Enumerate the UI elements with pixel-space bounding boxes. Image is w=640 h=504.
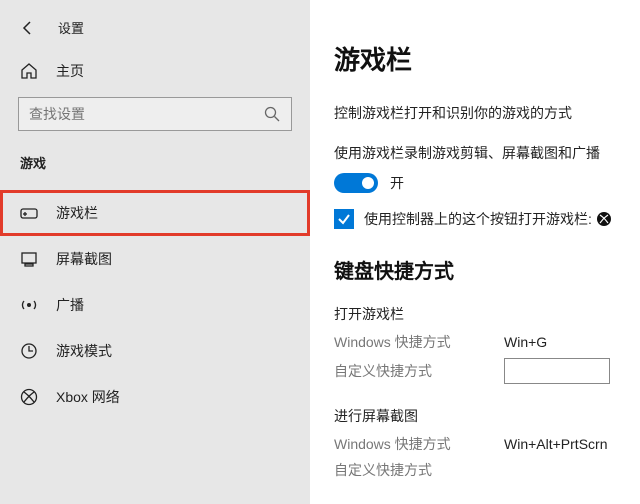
page-title: 游戏栏: [334, 40, 640, 77]
windows-shortcut-label: Windows 快捷方式: [334, 332, 504, 352]
custom-shortcut-label: 自定义快捷方式: [334, 460, 504, 480]
checkbox-label: 使用控制器上的这个按钮打开游戏栏:: [364, 209, 612, 229]
broadcast-icon: [20, 296, 38, 314]
shortcut-row: Windows 快捷方式 Win+G: [334, 332, 640, 352]
nav-label: 广播: [56, 295, 84, 315]
back-button[interactable]: [20, 20, 36, 36]
shortcut-title: 打开游戏栏: [334, 304, 640, 324]
game-mode-icon: [20, 342, 38, 360]
xbox-button-icon: [596, 211, 612, 227]
shortcut-group-screenshot: 进行屏幕截图 Windows 快捷方式 Win+Alt+PrtScrn 自定义快…: [334, 406, 640, 480]
home-icon: [20, 62, 38, 80]
custom-shortcut-input[interactable]: [504, 358, 610, 384]
sidebar-header: 设置: [0, 0, 310, 51]
windows-shortcut-value: Win+G: [504, 334, 547, 350]
shortcut-row: 自定义快捷方式: [334, 460, 640, 480]
toggle-label: 使用游戏栏录制游戏剪辑、屏幕截图和广播: [334, 143, 640, 163]
shortcut-group-open: 打开游戏栏 Windows 快捷方式 Win+G 自定义快捷方式: [334, 304, 640, 384]
settings-title: 设置: [58, 18, 84, 37]
nav-label: Xbox 网络: [56, 387, 120, 407]
home-link[interactable]: 主页: [0, 51, 310, 97]
toggle-state: 开: [390, 173, 404, 193]
nav-xbox-network[interactable]: Xbox 网络: [0, 374, 310, 420]
game-bar-toggle[interactable]: [334, 173, 378, 193]
windows-shortcut-value: Win+Alt+PrtScrn: [504, 436, 607, 452]
game-bar-icon: [20, 204, 38, 222]
checkbox-text: 使用控制器上的这个按钮打开游戏栏:: [364, 209, 592, 229]
shortcut-title: 进行屏幕截图: [334, 406, 640, 426]
toggle-section: 使用游戏栏录制游戏剪辑、屏幕截图和广播 开 使用控制器上的这个按钮打开游戏栏:: [334, 143, 640, 229]
sidebar: 设置 主页 游戏 游戏栏 屏幕截图 广播 游戏模式: [0, 0, 310, 504]
home-label: 主页: [56, 61, 84, 81]
checkbox-row: 使用控制器上的这个按钮打开游戏栏:: [334, 209, 640, 229]
toggle-knob: [362, 177, 374, 189]
windows-shortcut-label: Windows 快捷方式: [334, 434, 504, 454]
toggle-row: 开: [334, 173, 640, 193]
nav-screenshot[interactable]: 屏幕截图: [0, 236, 310, 282]
page-description: 控制游戏栏打开和识别你的游戏的方式: [334, 103, 640, 123]
custom-shortcut-label: 自定义快捷方式: [334, 361, 504, 381]
nav-label: 游戏模式: [56, 341, 112, 361]
nav-broadcast[interactable]: 广播: [0, 282, 310, 328]
content: 游戏栏 控制游戏栏打开和识别你的游戏的方式 使用游戏栏录制游戏剪辑、屏幕截图和广…: [310, 0, 640, 504]
shortcut-row: 自定义快捷方式: [334, 358, 640, 384]
nav-game-mode[interactable]: 游戏模式: [0, 328, 310, 374]
nav-game-bar[interactable]: 游戏栏: [0, 190, 310, 236]
search-icon: [263, 105, 281, 123]
shortcuts-heading: 键盘快捷方式: [334, 255, 640, 284]
shortcut-row: Windows 快捷方式 Win+Alt+PrtScrn: [334, 434, 640, 454]
search-box[interactable]: [18, 97, 292, 131]
screenshot-icon: [20, 250, 38, 268]
nav-label: 屏幕截图: [56, 249, 112, 269]
controller-checkbox[interactable]: [334, 209, 354, 229]
search-input[interactable]: [29, 106, 263, 122]
xbox-icon: [20, 388, 38, 406]
category-title: 游戏: [0, 149, 310, 190]
nav-label: 游戏栏: [56, 203, 98, 223]
